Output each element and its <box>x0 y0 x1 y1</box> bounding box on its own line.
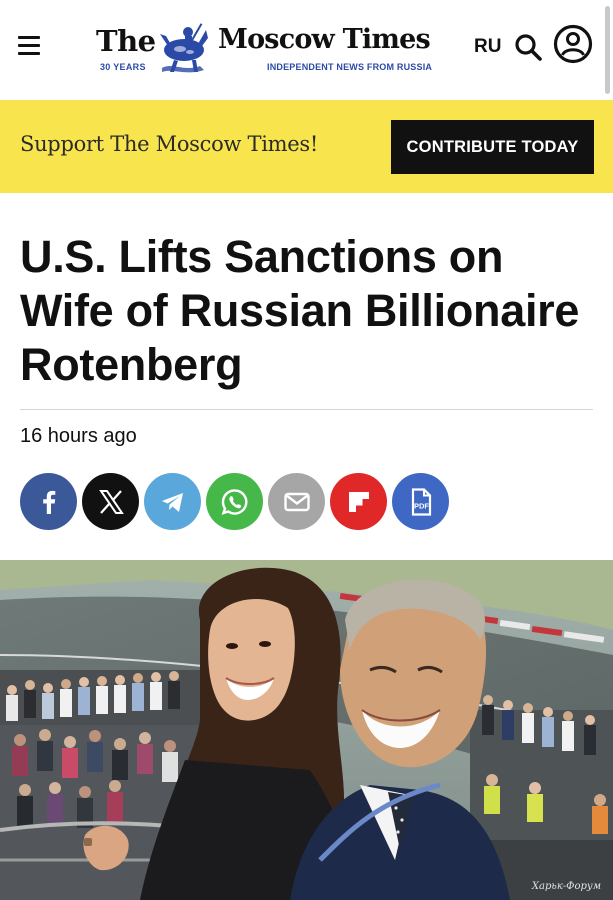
article-timestamp: 16 hours ago <box>20 425 137 447</box>
st-george-emblem-icon <box>160 23 208 73</box>
account-icon[interactable] <box>553 24 593 64</box>
menu-icon[interactable] <box>18 36 40 55</box>
contribute-button[interactable]: CONTRIBUTE TODAY <box>391 120 594 174</box>
pdf-label: PDF <box>414 501 429 510</box>
site-header: The Moscow Times 30 YEARS INDEPENDENT NE… <box>0 0 613 100</box>
telegram-icon <box>161 492 183 512</box>
logo-years: 30 YEARS <box>100 62 146 72</box>
x-icon <box>98 489 124 514</box>
share-pdf-button[interactable]: PDF <box>392 473 449 530</box>
support-text: Support The Moscow Times! <box>20 132 318 156</box>
facebook-icon <box>42 490 55 514</box>
article-photo: Харьк-Форум <box>0 560 613 900</box>
scrollbar[interactable] <box>605 6 610 94</box>
share-facebook-button[interactable] <box>20 473 77 530</box>
search-icon[interactable] <box>513 32 543 62</box>
photo-illustration <box>0 560 613 900</box>
article-headline: U.S. Lifts Sanctions on Wife of Russian … <box>20 231 580 390</box>
logo-tagline: INDEPENDENT NEWS FROM RUSSIA <box>267 62 433 72</box>
flipboard-icon <box>348 491 369 512</box>
divider <box>20 409 593 410</box>
support-banner: Support The Moscow Times! CONTRIBUTE TOD… <box>0 100 613 193</box>
share-x-button[interactable] <box>82 473 139 530</box>
email-icon <box>283 492 310 511</box>
share-email-button[interactable] <box>268 473 325 530</box>
logo-name: Moscow Times <box>218 24 431 55</box>
share-telegram-button[interactable] <box>144 473 201 530</box>
pdf-icon: PDF <box>411 487 431 516</box>
whatsapp-icon <box>221 488 247 515</box>
language-switch[interactable]: RU <box>474 36 501 58</box>
site-logo[interactable]: The Moscow Times 30 YEARS INDEPENDENT NE… <box>94 20 434 80</box>
share-flipboard-button[interactable] <box>330 473 387 530</box>
share-whatsapp-button[interactable] <box>206 473 263 530</box>
photo-watermark: Харьк-Форум <box>531 881 601 892</box>
logo-the: The <box>96 24 156 58</box>
